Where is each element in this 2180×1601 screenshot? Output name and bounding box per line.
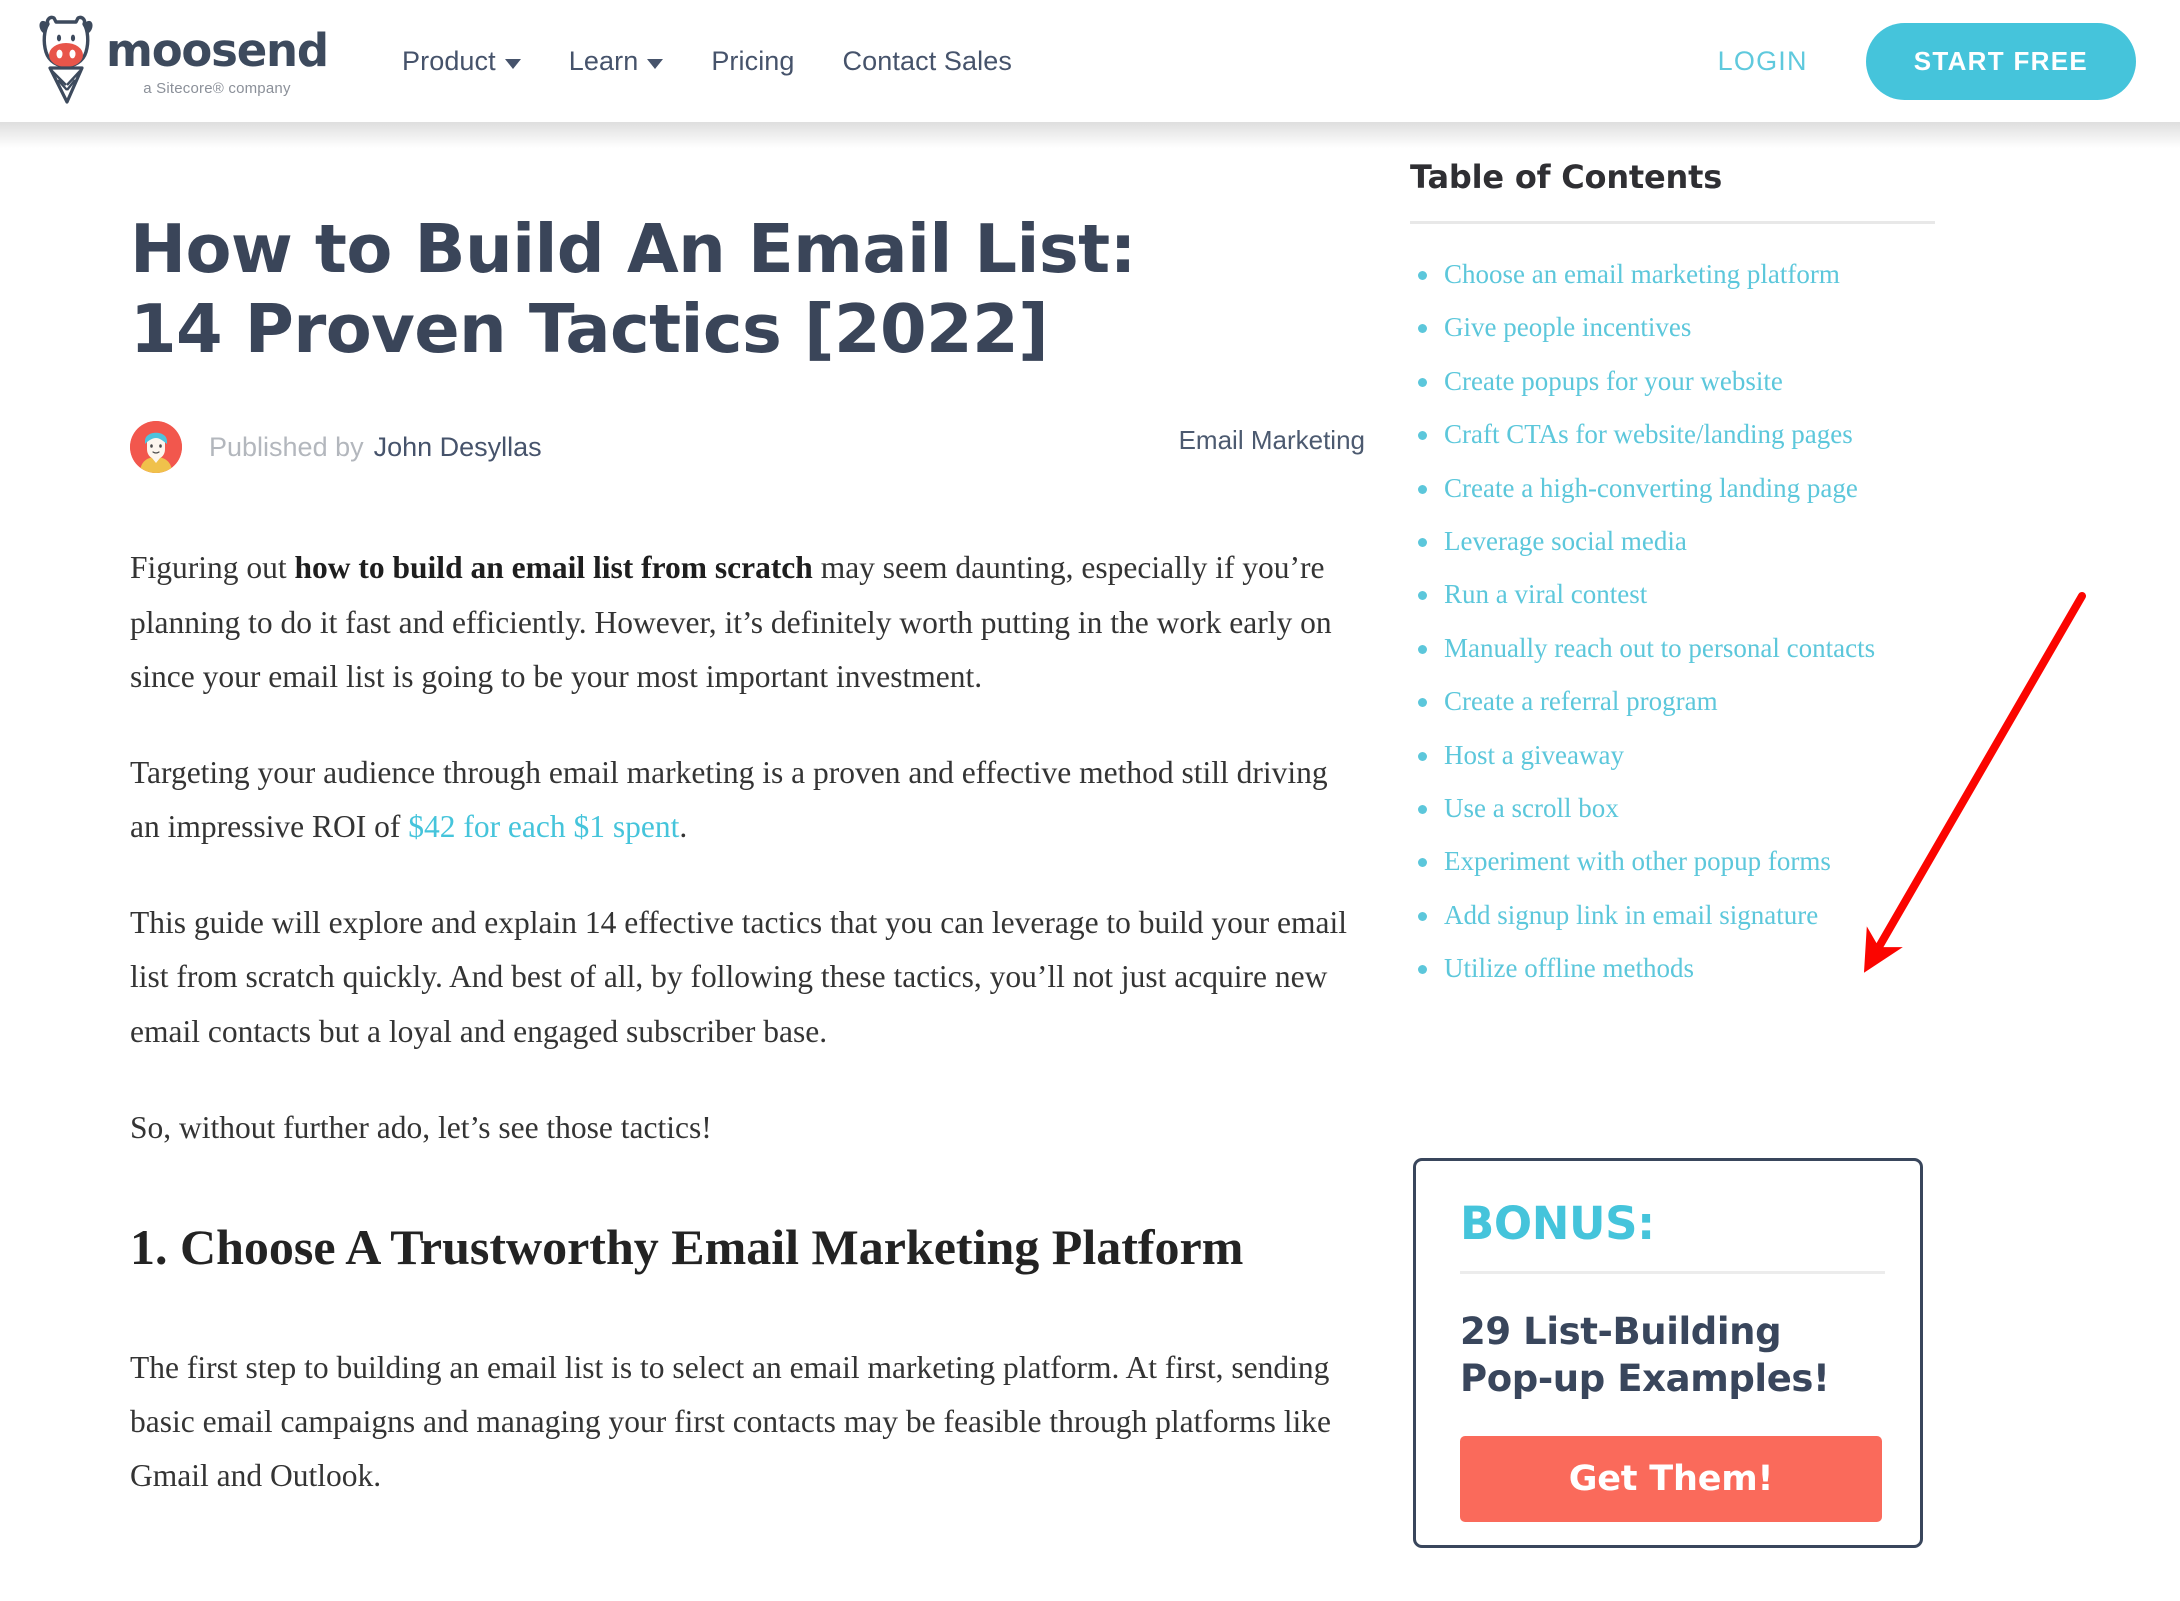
toc-item[interactable]: Craft CTAs for website/landing pages (1410, 418, 1950, 450)
paragraph: The first step to building an email list… (130, 1341, 1365, 1504)
toc-item-link[interactable]: Leverage social media (1444, 526, 1687, 556)
toc-item-link[interactable]: Choose an email marketing platform (1444, 259, 1840, 289)
toc-item-link[interactable]: Give people incentives (1444, 312, 1691, 342)
toc-item[interactable]: Use a scroll box (1410, 792, 1950, 824)
toc-item-link[interactable]: Use a scroll box (1444, 793, 1619, 823)
toc-item[interactable]: Host a giveaway (1410, 739, 1950, 771)
toc-item-link[interactable]: Add signup link in email signature (1444, 900, 1818, 930)
chevron-down-icon (647, 59, 664, 69)
text-run: So, without further ado, let’s see those… (130, 1109, 712, 1145)
toc-item[interactable]: Leverage social media (1410, 525, 1950, 557)
nav-label: Contact Sales (842, 45, 1012, 76)
nav-item-contact-sales[interactable]: Contact Sales (819, 46, 1036, 77)
site-header: moosend a Sitecore® company Product Lear… (0, 0, 2180, 122)
nav-item-product[interactable]: Product (378, 46, 545, 77)
brand-wordmark: moosend (106, 24, 329, 77)
toc-divider (1410, 221, 1935, 224)
brand-tagline: a Sitecore® company (143, 80, 291, 97)
paragraph: So, without further ado, let’s see those… (130, 1101, 1365, 1155)
toc-item-link[interactable]: Experiment with other popup forms (1444, 846, 1831, 876)
author-name[interactable]: John Desyllas (374, 432, 542, 463)
category-tag[interactable]: Email Marketing (1179, 425, 1365, 456)
toc-item-link[interactable]: Utilize offline methods (1444, 953, 1694, 983)
toc-item[interactable]: Experiment with other popup forms (1410, 845, 1950, 877)
bonus-headline: 29 List-Building Pop-up Examples! (1460, 1308, 1876, 1403)
nav-item-learn[interactable]: Learn (545, 46, 688, 77)
text-run: The first step to building an email list… (130, 1349, 1332, 1494)
start-free-button[interactable]: START FREE (1865, 22, 2136, 100)
toc-item[interactable]: Add signup link in email signature (1410, 899, 1950, 931)
article-meta: Published by John Desyllas Email Marketi… (130, 419, 1365, 475)
toc-item[interactable]: Choose an email marketing platform (1410, 258, 1950, 290)
toc-item[interactable]: Utilize offline methods (1410, 952, 1950, 984)
login-link[interactable]: LOGIN (1718, 46, 1808, 77)
get-them-button[interactable]: Get Them! (1460, 1435, 1882, 1522)
inline-link[interactable]: $42 for each $1 spent (408, 809, 679, 844)
toc-item-link[interactable]: Create a referral program (1444, 686, 1718, 716)
text-run: Targeting your audience through email ma… (130, 754, 1328, 845)
toc-item[interactable]: Create popups for your website (1410, 365, 1950, 397)
nav-label: Product (402, 45, 496, 76)
toc-title: Table of Contents (1410, 158, 1723, 196)
toc-item-link[interactable]: Create a high-converting landing page (1444, 473, 1858, 503)
cow-logo-icon (36, 8, 98, 104)
bonus-headline-line1: 29 List-Building (1460, 1310, 1782, 1353)
page-root: moosend a Sitecore® company Product Lear… (0, 0, 2180, 1601)
chevron-down-icon (504, 59, 521, 69)
nav-label: Learn (568, 45, 639, 76)
article-column: How to Build An Email List: 14 Proven Ta… (130, 210, 1365, 1546)
toc-item[interactable]: Run a viral contest (1410, 578, 1950, 610)
avatar (130, 421, 182, 474)
bonus-headline-line2: Pop-up Examples! (1460, 1357, 1830, 1401)
header-actions: LOGIN START FREE (1718, 0, 2136, 122)
main-navigation: Product Learn Pricing Contact Sales (378, 0, 1036, 122)
toc-item[interactable]: Create a high-converting landing page (1410, 472, 1950, 504)
toc-item-link[interactable]: Host a giveaway (1444, 740, 1624, 770)
paragraph: Targeting your audience through email ma… (130, 746, 1365, 854)
toc-item-link[interactable]: Create popups for your website (1444, 366, 1783, 396)
toc-list: Choose an email marketing platform Give p… (1410, 258, 1950, 984)
emphasis-text: how to build an email list from scratch (294, 550, 813, 586)
text-run: This guide will explore and explain 14 e… (130, 905, 1348, 1049)
nav-label: Pricing (711, 45, 795, 76)
paragraph: Figuring out how to build an email list … (130, 541, 1365, 704)
toc-item[interactable]: Manually reach out to personal contacts (1410, 632, 1950, 664)
sidebar: Table of Contents Choose an email market… (1410, 148, 1950, 1005)
text-run: Figuring out (130, 550, 295, 586)
toc-item[interactable]: Create a referral program (1410, 685, 1950, 717)
paragraph: This guide will explore and explain 14 e… (130, 896, 1365, 1059)
text-run: . (679, 809, 688, 845)
toc-item-link[interactable]: Craft CTAs for website/landing pages (1444, 419, 1853, 449)
toc-item-link[interactable]: Run a viral contest (1444, 579, 1647, 609)
content-area: How to Build An Email List: 14 Proven Ta… (0, 148, 2180, 1601)
bonus-divider (1460, 1271, 1885, 1274)
nav-item-pricing[interactable]: Pricing (687, 46, 818, 77)
article-body: Figuring out how to build an email list … (130, 541, 1365, 1503)
bonus-label: BONUS: (1460, 1197, 1655, 1250)
section-heading-1: 1. Choose A Trustworthy Email Marketing … (130, 1218, 1244, 1275)
header-shadow (0, 122, 2180, 148)
toc-item-link[interactable]: Manually reach out to personal contacts (1444, 633, 1875, 663)
page-title: How to Build An Email List: 14 Proven Ta… (130, 210, 1136, 368)
published-by-label: Published by (209, 431, 364, 462)
bonus-box: BONUS: 29 List-Building Pop-up Examples!… (1413, 1158, 1923, 1548)
toc-item[interactable]: Give people incentives (1410, 311, 1950, 343)
brand-logo[interactable]: moosend a Sitecore® company (36, 8, 329, 112)
